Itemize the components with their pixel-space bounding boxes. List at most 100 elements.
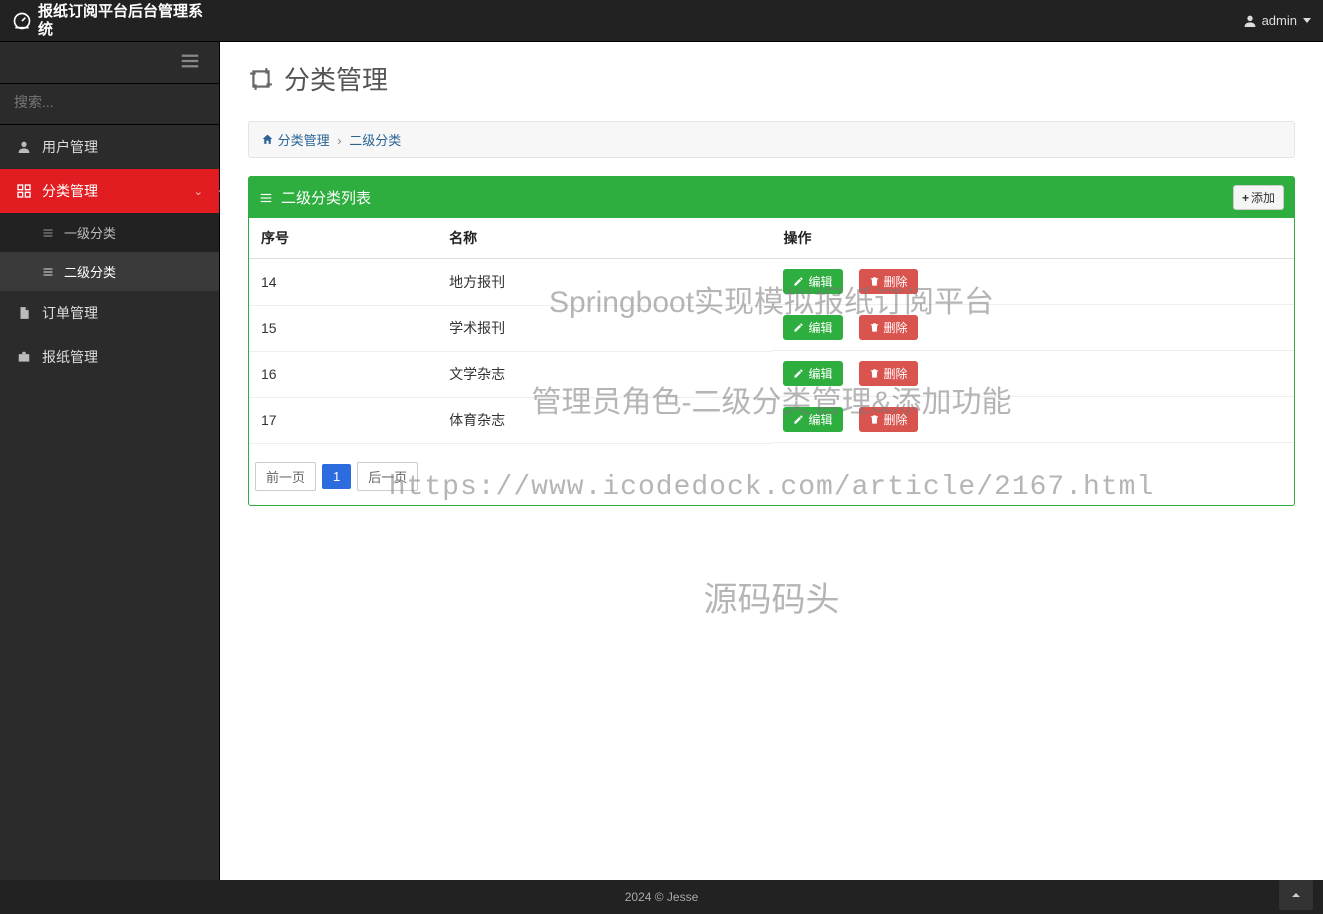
brand: 报纸订阅平台后台管理系统 xyxy=(12,3,212,39)
cell-name: 地方报刊 xyxy=(437,259,771,306)
sidebar-item-label: 分类管理 xyxy=(42,181,98,201)
user-icon xyxy=(16,139,32,155)
chevron-down-icon: ⌄ xyxy=(194,185,203,198)
delete-label: 删除 xyxy=(884,411,908,428)
scroll-top-button[interactable] xyxy=(1279,880,1313,910)
sidebar-item-category[interactable]: 分类管理 ⌄ xyxy=(0,169,219,213)
sidebar-sub-category: 一级分类 二级分类 xyxy=(0,213,219,291)
edit-label: 编辑 xyxy=(808,273,832,290)
edit-button[interactable]: 编辑 xyxy=(783,315,842,340)
home-icon xyxy=(261,133,274,146)
sidebar-item-label: 一级分类 xyxy=(64,223,116,242)
cell-name: 文学杂志 xyxy=(437,351,771,397)
pager-prev[interactable]: 前一页 xyxy=(255,462,316,491)
cell-ops: 编辑 删除 xyxy=(771,305,1294,351)
dashboard-icon xyxy=(12,11,32,31)
table-row: 16文学杂志 编辑 删除 xyxy=(249,351,1294,397)
sidebar-item-orders[interactable]: 订单管理 xyxy=(0,291,219,335)
footer: 2024 © Jesse xyxy=(0,880,1323,914)
delete-button[interactable]: 删除 xyxy=(859,407,918,432)
sidebar-search xyxy=(0,84,219,125)
panel-title: 二级分类列表 xyxy=(281,187,371,208)
add-button-label: 添加 xyxy=(1251,189,1275,206)
breadcrumb-current: 二级分类 xyxy=(349,133,401,148)
sidebar: 用户管理 分类管理 ⌄ 一级分类 xyxy=(0,42,220,880)
delete-label: 删除 xyxy=(884,273,908,290)
delete-button[interactable]: 删除 xyxy=(859,269,918,294)
search-input[interactable] xyxy=(14,94,205,110)
shell: 用户管理 分类管理 ⌄ 一级分类 xyxy=(0,42,1323,880)
edit-button[interactable]: 编辑 xyxy=(783,407,842,432)
panel: 二级分类列表 + 添加 序号 名称 操作 14地方报刊编辑删除15学术报刊编辑删… xyxy=(248,176,1295,506)
edit-label: 编辑 xyxy=(808,365,832,382)
edit-icon xyxy=(793,276,804,287)
breadcrumb: 分类管理 › 二级分类 xyxy=(248,121,1295,158)
cell-name: 学术报刊 xyxy=(437,305,771,351)
delete-label: 删除 xyxy=(884,319,908,336)
user-name: admin xyxy=(1262,13,1297,28)
chevron-up-icon xyxy=(1288,887,1304,903)
briefcase-icon xyxy=(16,349,32,365)
edit-icon xyxy=(793,322,804,333)
category-table: 序号 名称 操作 14地方报刊编辑删除15学术报刊编辑删除16文学杂志编辑删除1… xyxy=(249,218,1294,444)
user-menu[interactable]: admin xyxy=(1242,13,1311,29)
sidebar-item-users[interactable]: 用户管理 xyxy=(0,125,219,169)
sidebar-item-cat2[interactable]: 二级分类 xyxy=(0,252,219,291)
delete-label: 删除 xyxy=(884,365,908,382)
cell-id: 14 xyxy=(249,259,437,306)
watermark-site: 源码码头 xyxy=(220,572,1323,621)
list-icon xyxy=(40,225,56,241)
col-ops: 操作 xyxy=(771,218,1294,259)
table-header-row: 序号 名称 操作 xyxy=(249,218,1294,259)
page-title-text: 分类管理 xyxy=(284,60,388,97)
table-row: 14地方报刊 编辑 删除 xyxy=(249,259,1294,306)
sidebar-item-label: 二级分类 xyxy=(64,262,116,281)
sidebar-item-label: 用户管理 xyxy=(42,137,98,157)
sidebar-item-label: 订单管理 xyxy=(42,303,98,323)
cell-ops: 编辑 删除 xyxy=(771,397,1294,443)
main: 分类管理 分类管理 › 二级分类 二级分类列表 + 添加 序号 xyxy=(220,42,1323,880)
pager: 前一页 1 后一页 xyxy=(249,462,1294,505)
breadcrumb-root[interactable]: 分类管理 xyxy=(278,133,330,148)
edit-button[interactable]: 编辑 xyxy=(783,361,842,386)
table-row: 15学术报刊编辑 删除 xyxy=(249,305,1294,351)
list-icon xyxy=(259,191,273,205)
list-icon xyxy=(40,264,56,280)
topbar: 报纸订阅平台后台管理系统 admin xyxy=(0,0,1323,42)
user-icon xyxy=(1242,13,1258,29)
plus-icon: + xyxy=(1242,191,1249,205)
pager-page-1[interactable]: 1 xyxy=(322,464,351,489)
table-row: 17体育杂志编辑删除 xyxy=(249,397,1294,443)
cell-name: 体育杂志 xyxy=(437,397,771,443)
delete-button[interactable]: 删除 xyxy=(859,315,918,340)
cell-ops: 编辑 删除 xyxy=(771,351,1294,397)
col-name: 名称 xyxy=(437,218,771,259)
footer-text: 2024 © Jesse xyxy=(625,890,699,904)
col-id: 序号 xyxy=(249,218,437,259)
sidebar-nav: 用户管理 分类管理 ⌄ 一级分类 xyxy=(0,125,219,379)
edit-label: 编辑 xyxy=(808,411,832,428)
breadcrumb-sep: › xyxy=(337,133,341,148)
edit-icon xyxy=(793,368,804,379)
sidebar-item-cat1[interactable]: 一级分类 xyxy=(0,213,219,252)
hamburger-icon[interactable] xyxy=(179,50,201,75)
edit-button[interactable]: 编辑 xyxy=(783,269,842,294)
trash-icon xyxy=(869,414,880,425)
grid-icon xyxy=(16,183,32,199)
edit-icon xyxy=(793,414,804,425)
cell-id: 15 xyxy=(249,305,437,351)
crop-icon xyxy=(248,66,274,92)
trash-icon xyxy=(869,276,880,287)
sidebar-item-label: 报纸管理 xyxy=(42,347,98,367)
add-button[interactable]: + 添加 xyxy=(1233,185,1284,210)
cell-ops: 编辑 删除 xyxy=(771,259,1294,305)
delete-button[interactable]: 删除 xyxy=(859,361,918,386)
cell-id: 16 xyxy=(249,351,437,397)
panel-header: 二级分类列表 + 添加 xyxy=(249,177,1294,218)
trash-icon xyxy=(869,368,880,379)
trash-icon xyxy=(869,322,880,333)
file-icon xyxy=(16,305,32,321)
sidebar-item-papers[interactable]: 报纸管理 xyxy=(0,335,219,379)
brand-text: 报纸订阅平台后台管理系统 xyxy=(38,3,212,39)
pager-next[interactable]: 后一页 xyxy=(357,462,418,491)
